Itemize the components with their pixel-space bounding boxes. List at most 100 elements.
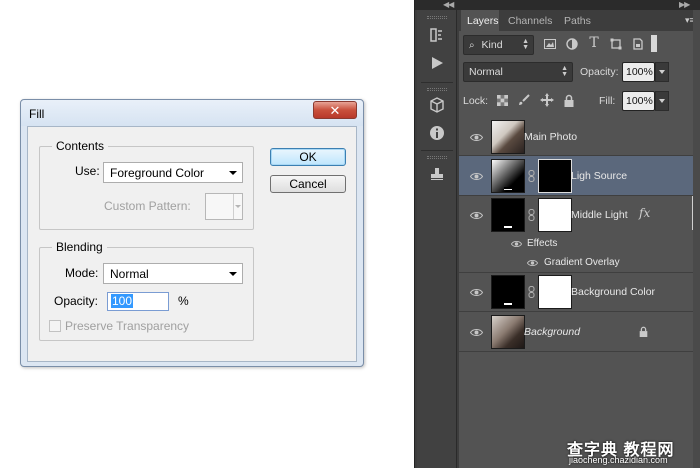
tab-layers[interactable]: Layers <box>461 10 499 31</box>
panel-icon-strip <box>417 10 457 468</box>
contents-group: Contents Use: Foreground Color Custom Pa… <box>39 139 254 230</box>
lock-all-icon[interactable] <box>562 92 576 108</box>
tab-channels[interactable]: Channels <box>505 10 555 31</box>
preserve-transparency-label: Preserve Transparency <box>65 319 190 333</box>
layer-thumbnail-gradient <box>491 159 525 193</box>
history-icon[interactable] <box>425 24 449 46</box>
opacity-input[interactable]: 100 <box>107 292 169 311</box>
info-icon[interactable] <box>425 122 449 144</box>
custom-pattern-label: Custom Pattern: <box>104 199 191 213</box>
filter-kind-select[interactable]: ⌕ Kind ▲ ▼ <box>463 35 534 55</box>
custom-pattern-picker[interactable] <box>205 193 243 220</box>
layer-main-photo[interactable]: Main Photo <box>459 118 700 156</box>
dock-top-strip: ◀◀ ▶▶ <box>415 0 700 10</box>
opacity-field[interactable]: 100% <box>622 62 655 82</box>
dialog-titlebar[interactable]: Fill ✕ <box>21 100 363 126</box>
mode-select[interactable]: Normal <box>103 263 243 284</box>
strip-grip[interactable] <box>427 156 447 159</box>
fill-label: Fill: <box>599 95 616 107</box>
watermark: 查字典 教程网 jiaocheng.chazidian.com <box>567 436 699 468</box>
cancel-button[interactable]: Cancel <box>270 175 346 193</box>
link-chain-icon[interactable] <box>526 169 536 183</box>
opacity-label: Opacity: <box>54 294 99 308</box>
layers-panel: Layers Channels Paths ▾≡ ⌕ Kind ▲ ▼ T No… <box>459 10 700 468</box>
chevron-down-icon <box>229 171 237 175</box>
blend-mode-value: Normal <box>469 66 503 78</box>
layer-ligh-source[interactable]: Ligh Source <box>459 156 700 196</box>
fill-dropdown[interactable] <box>655 91 669 111</box>
fill-dialog: Fill ✕ Contents Use: Foreground Color Cu… <box>20 99 364 367</box>
use-select-value: Foreground Color <box>110 166 205 180</box>
layer-mask-thumbnail[interactable] <box>538 198 572 232</box>
filter-smart-object-icon[interactable] <box>631 37 645 51</box>
close-icon: ✕ <box>329 102 341 118</box>
layer-effect-gradient-overlay[interactable]: Gradient Overlay <box>459 254 700 273</box>
layer-thumbnail-black <box>491 198 525 232</box>
layer-effects-fx-icon[interactable]: fx <box>639 206 650 220</box>
blending-group: Blending Mode: Normal Opacity: 100 % Pre… <box>39 240 254 341</box>
filter-image-icon[interactable] <box>543 37 557 51</box>
visibility-eye-icon[interactable] <box>469 285 483 299</box>
screenshot-root: Fill ✕ Contents Use: Foreground Color Cu… <box>0 0 700 468</box>
strip-divider <box>421 82 453 83</box>
clone-source-icon[interactable] <box>425 162 449 184</box>
effects-label: Effects <box>527 238 558 249</box>
panel-scrollbar-track[interactable] <box>693 10 700 468</box>
strip-grip[interactable] <box>427 88 447 91</box>
close-button[interactable]: ✕ <box>313 101 357 119</box>
up-down-arrows-icon: ▲ ▼ <box>561 65 568 78</box>
actions-play-icon[interactable] <box>425 52 449 74</box>
use-select[interactable]: Foreground Color <box>103 162 243 183</box>
panel-tabs: Layers Channels Paths ▾≡ <box>459 10 700 31</box>
lock-transparent-icon[interactable] <box>495 93 509 107</box>
visibility-eye-icon[interactable] <box>469 169 483 183</box>
opacity-input-value: 100 <box>111 294 134 308</box>
visibility-eye-icon[interactable] <box>469 325 483 339</box>
tab-paths[interactable]: Paths <box>561 10 595 31</box>
layer-thumbnail-photo <box>491 120 525 154</box>
layer-thumbnail-photo <box>491 315 525 349</box>
lock-pixels-brush-icon[interactable] <box>517 93 531 107</box>
opacity-dropdown[interactable] <box>655 62 669 82</box>
collapse-left-icon[interactable]: ◀◀ <box>443 0 454 9</box>
filter-type-icon[interactable]: T <box>587 35 601 51</box>
preserve-transparency-checkbox[interactable] <box>49 320 61 332</box>
ok-button[interactable]: OK <box>270 148 346 166</box>
strip-grip[interactable] <box>427 16 447 19</box>
link-chain-icon[interactable] <box>526 208 536 222</box>
layer-effects-row[interactable]: Effects <box>459 235 700 254</box>
link-chain-icon[interactable] <box>526 285 536 299</box>
filter-kind-value: Kind <box>481 39 503 51</box>
blend-mode-select[interactable]: Normal ▲ ▼ <box>463 62 573 82</box>
layer-mask-thumbnail[interactable] <box>538 275 572 309</box>
lock-position-move-icon[interactable] <box>539 92 555 108</box>
layer-name: Main Photo <box>524 131 578 143</box>
collapse-right-icon[interactable]: ▶▶ <box>679 0 690 9</box>
chevron-down-icon <box>229 272 237 276</box>
layer-background-color[interactable]: Background Color <box>459 273 700 312</box>
opacity-label: Opacity: <box>580 66 619 78</box>
watermark-url-text: jiaocheng.chazidian.com <box>569 455 668 465</box>
layer-background[interactable]: Background <box>459 312 700 352</box>
layer-mask-thumbnail[interactable] <box>538 159 572 193</box>
filter-toggle-icon[interactable] <box>651 35 657 52</box>
layer-name: Ligh Source <box>571 170 628 182</box>
visibility-eye-icon[interactable] <box>469 208 483 222</box>
layer-name: Middle Light <box>571 209 628 221</box>
dialog-body: Contents Use: Foreground Color Custom Pa… <box>27 126 357 362</box>
photoshop-panel-dock: ◀◀ ▶▶ Layers Channels Paths ▾≡ ⌕ Kind ▲ … <box>414 0 700 468</box>
filter-adjustment-icon[interactable] <box>565 37 579 51</box>
visibility-eye-icon[interactable] <box>509 237 523 251</box>
mode-select-value: Normal <box>110 267 149 281</box>
3d-cube-icon[interactable] <box>425 94 449 116</box>
blending-group-label: Blending <box>52 240 107 254</box>
layer-middle-light[interactable]: Middle Light fx <box>459 196 700 235</box>
layer-name: Background Color <box>571 286 656 298</box>
layers-list: Main Photo Ligh Source Middle Light fx E… <box>459 118 700 358</box>
fill-field[interactable]: 100% <box>622 91 655 111</box>
strip-divider <box>421 150 453 151</box>
filter-shape-icon[interactable] <box>609 37 623 51</box>
visibility-eye-icon[interactable] <box>525 256 539 270</box>
mode-label: Mode: <box>65 266 99 280</box>
visibility-eye-icon[interactable] <box>469 130 483 144</box>
